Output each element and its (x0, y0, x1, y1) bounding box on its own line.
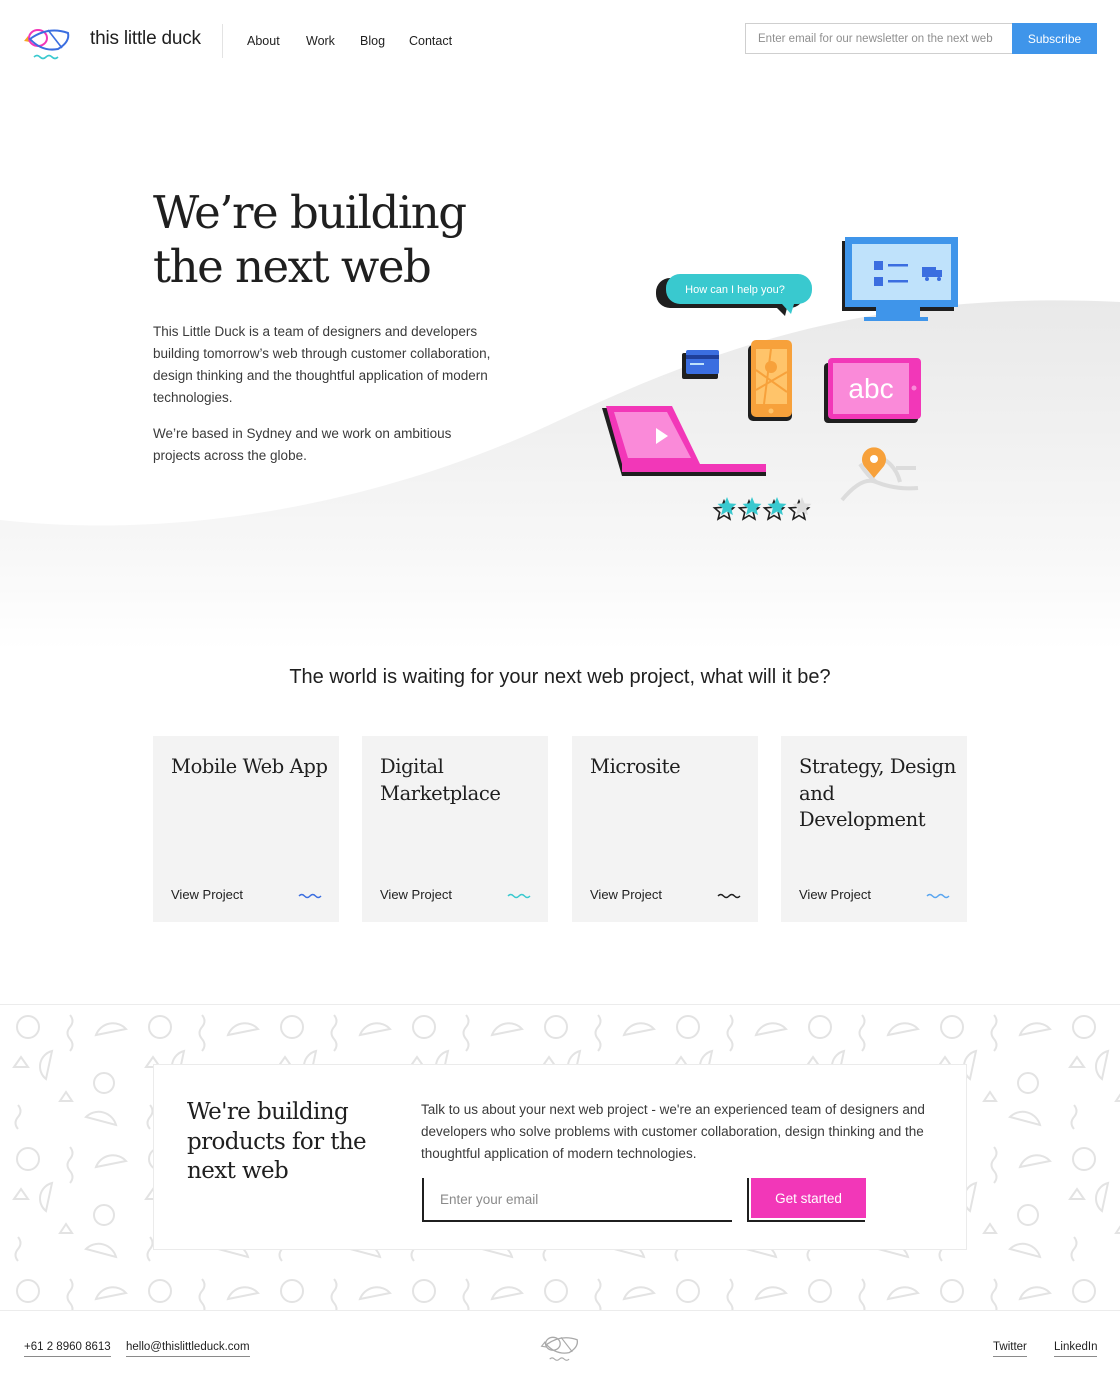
footer-linkedin-link[interactable]: LinkedIn (1054, 1340, 1098, 1357)
nav-about[interactable]: About (247, 34, 280, 48)
cta-email-input[interactable] (422, 1178, 732, 1222)
project-card-title: Microsite (590, 755, 681, 778)
hero-paragraph-intro: This Little Duck is a team of designers … (153, 324, 491, 405)
cta-paragraph: Talk to us about your next web project -… (421, 1102, 925, 1161)
cta-title: We're building products for the next web (187, 1099, 367, 1184)
footer-email-link[interactable]: hello@thislittleduck.com (126, 1340, 250, 1357)
get-started-button[interactable]: Get started (751, 1178, 866, 1218)
site-header: this little duck About Work Blog Contact… (0, 0, 1120, 82)
subscribe-button[interactable]: Subscribe (1012, 23, 1097, 54)
nav-contact[interactable]: Contact (409, 34, 452, 48)
view-project-link[interactable]: View Project (590, 887, 662, 902)
project-card-strategy-design-development[interactable]: Strategy, Design and Development View Pr… (781, 736, 967, 922)
credit-card-icon (682, 350, 719, 379)
nav-blog[interactable]: Blog (360, 34, 385, 48)
hero-title-line2: the next web (153, 240, 432, 293)
hero-title-line1: We’re building (153, 186, 467, 239)
devices-illustration: How can I help you? abc (602, 237, 958, 521)
wave-icon (717, 893, 741, 899)
projects-heading: The world is waiting for your next web p… (289, 666, 831, 688)
location-pin-icon (840, 447, 919, 502)
project-card-digital-marketplace[interactable]: Digital Marketplace View Project (362, 736, 548, 922)
desktop-monitor-icon (842, 237, 958, 321)
footer-duck-logo-icon[interactable] (540, 1330, 582, 1364)
laptop-play-icon (602, 406, 766, 476)
project-card-title: Digital Marketplace (380, 755, 501, 805)
wave-icon (507, 893, 531, 899)
view-project-link[interactable]: View Project (171, 887, 243, 902)
view-project-link[interactable]: View Project (799, 887, 871, 902)
footer-twitter-link[interactable]: Twitter (993, 1340, 1027, 1357)
brand-name[interactable]: this little duck (90, 28, 201, 50)
wave-icon (298, 893, 322, 899)
project-card-microsite[interactable]: Microsite View Project (572, 736, 758, 922)
hero-paragraph-location: We’re based in Sydney and we work on amb… (153, 426, 452, 463)
project-card-mobile-web-app[interactable]: Mobile Web App View Project (153, 736, 339, 922)
smartphone-map-icon (748, 340, 792, 421)
chat-bubble-text: How can I help you? (685, 284, 785, 296)
tablet-text: abc (848, 373, 893, 404)
nav-divider (222, 24, 223, 58)
footer-phone-link[interactable]: +61 2 8960 8613 (24, 1340, 111, 1357)
view-project-link[interactable]: View Project (380, 887, 452, 902)
hero-title: We’re building the next web (153, 186, 573, 294)
project-card-title: Strategy, Design and Development (799, 755, 956, 831)
rating-stars-icon (712, 497, 812, 521)
wave-icon (926, 893, 950, 899)
tablet-abc-icon: abc (824, 358, 921, 423)
chat-bubble-icon: How can I help you? (656, 274, 812, 316)
project-card-title: Mobile Web App (171, 755, 328, 778)
duck-logo-icon[interactable] (22, 22, 74, 62)
newsletter-email-input[interactable] (745, 23, 1013, 54)
cta-panel: We're building products for the next web… (153, 1064, 967, 1250)
nav-work[interactable]: Work (306, 34, 335, 48)
